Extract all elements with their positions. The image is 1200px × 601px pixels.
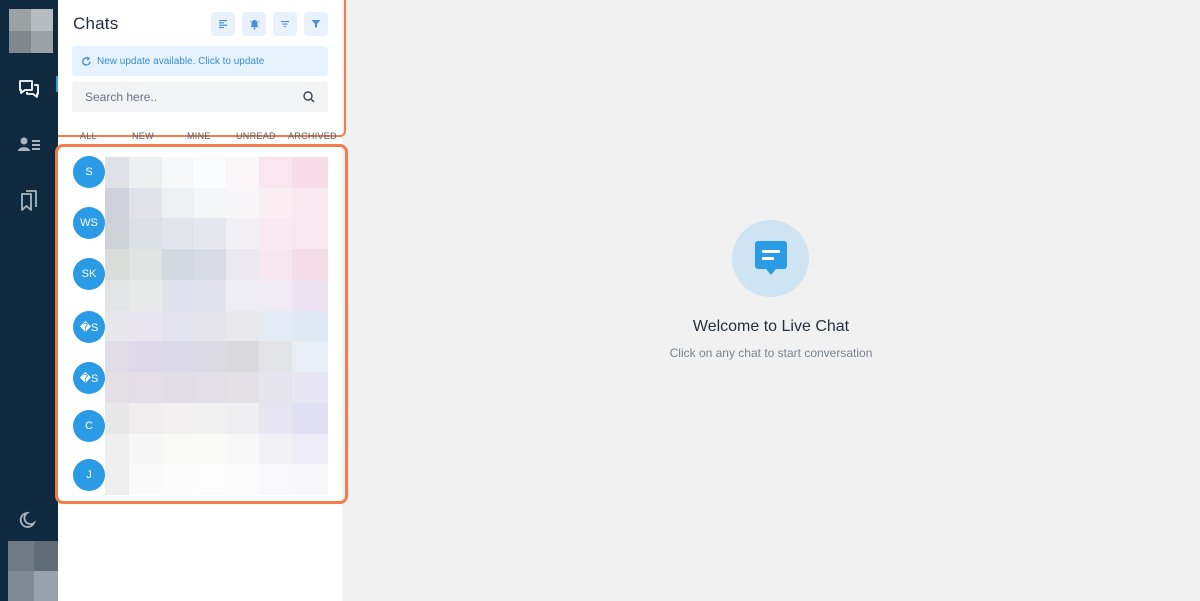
tab-unread[interactable]: UNREAD xyxy=(236,131,276,141)
contact-list-icon xyxy=(18,137,40,151)
align-left-icon xyxy=(219,20,227,29)
welcome-subtitle: Click on any chat to start conversation xyxy=(669,346,873,360)
sort-lines-icon xyxy=(281,21,289,28)
app-logo xyxy=(9,9,53,53)
moon-icon xyxy=(19,511,37,528)
tab-archived[interactable]: ARCHIVED xyxy=(288,131,337,141)
sort-button[interactable] xyxy=(273,12,297,36)
refresh-icon xyxy=(82,56,91,66)
search-box xyxy=(72,82,328,112)
filter-button[interactable] xyxy=(304,12,328,36)
update-banner[interactable]: New update available. Click to update xyxy=(72,46,328,76)
tab-all[interactable]: ALL xyxy=(80,131,97,141)
nav-bookmarks-button[interactable] xyxy=(14,186,44,216)
filter-icon xyxy=(311,20,321,28)
theme-toggle-button[interactable] xyxy=(14,505,44,535)
nav-rail xyxy=(0,0,59,601)
search-input[interactable] xyxy=(72,90,292,104)
welcome-icon-circle xyxy=(732,220,809,297)
nav-contacts-button[interactable] xyxy=(14,130,44,160)
search-icon[interactable] xyxy=(302,90,316,104)
chat-message-icon xyxy=(754,240,787,275)
nav-chats-button[interactable] xyxy=(14,74,44,104)
conversation-area xyxy=(342,0,1200,601)
tab-mine[interactable]: MINE xyxy=(187,131,211,141)
align-button[interactable] xyxy=(211,12,235,36)
chat-list-highlight xyxy=(55,144,348,504)
bell-icon xyxy=(249,19,259,30)
welcome-title: Welcome to Live Chat xyxy=(692,318,850,335)
page-title: Chats xyxy=(73,14,119,33)
chat-bubbles-icon xyxy=(19,80,39,98)
update-banner-text: New update available. Click to update xyxy=(97,55,265,67)
notifications-button[interactable] xyxy=(242,12,266,36)
tab-new[interactable]: NEW xyxy=(132,131,154,141)
bookmarks-icon xyxy=(21,190,37,211)
